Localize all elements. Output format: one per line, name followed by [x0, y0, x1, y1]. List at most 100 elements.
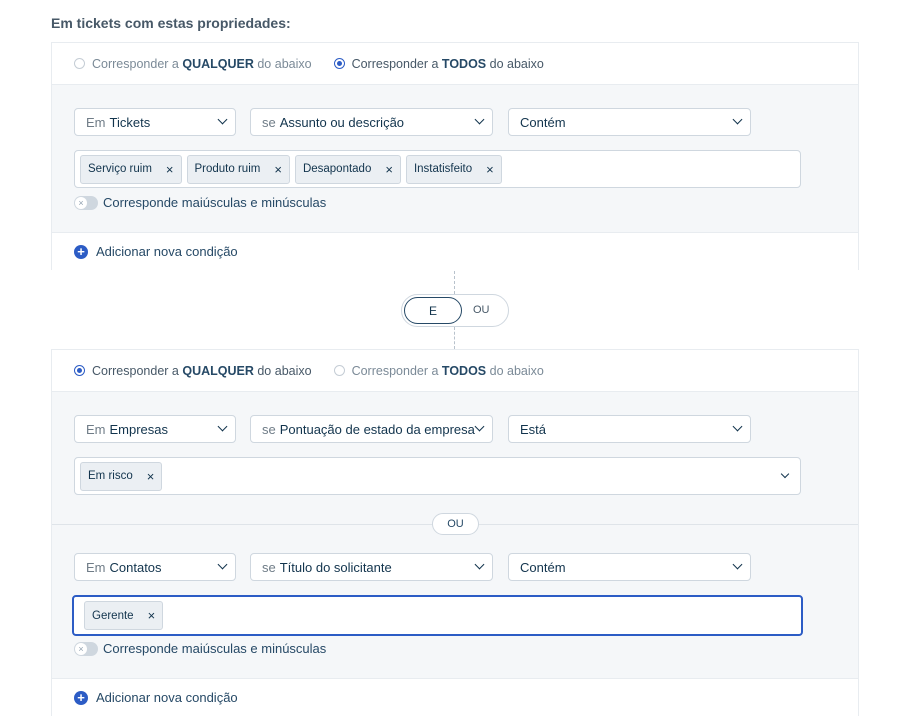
match-any-option[interactable]: Corresponder a QUALQUER do abaixo	[74, 364, 312, 378]
match-all-option[interactable]: Corresponder a TODOS do abaixo	[333, 363, 544, 378]
match-any-radio[interactable]	[74, 365, 85, 376]
condition-group-2: Corresponder a QUALQUER do abaixo Corres…	[51, 349, 859, 716]
value-tag-input[interactable]: Gerente ×	[72, 595, 803, 636]
match-all-prefix: Corresponder a	[351, 56, 439, 71]
case-sensitive-label: Corresponde maiúsculas e minúsculas	[103, 195, 327, 210]
operator-value: Está	[520, 421, 547, 437]
entity-prefix: Em	[86, 559, 106, 575]
match-any-prefix: Corresponder a	[92, 56, 179, 71]
match-all-radio[interactable]	[333, 365, 345, 376]
match-all-prefix: Corresponder a	[351, 363, 439, 378]
entity-prefix: Em	[86, 114, 106, 130]
value-tag: Instatisfeito ×	[405, 154, 502, 184]
plus-icon: +	[74, 690, 88, 705]
or-option[interactable]: OU	[473, 304, 490, 316]
field-select[interactable]: se Pontuação de estado da empresa	[250, 415, 493, 443]
field-value: Pontuação de estado da empresa	[279, 421, 475, 437]
chevron-down-icon	[217, 421, 228, 432]
entity-select[interactable]: Em Tickets	[74, 108, 236, 136]
add-condition-label: Adicionar nova condição	[96, 244, 238, 259]
remove-tag-icon[interactable]: ×	[147, 469, 155, 484]
field-select[interactable]: se Título do solicitante	[250, 553, 493, 581]
and-or-switch[interactable]: E OU	[401, 294, 509, 327]
entity-value: Empresas	[109, 421, 169, 437]
value-tag: Produto ruim ×	[186, 154, 290, 184]
remove-tag-icon[interactable]: ×	[385, 162, 393, 177]
operator-select[interactable]: Contém	[508, 553, 751, 581]
value-tag: Serviço ruim ×	[80, 154, 182, 184]
value-tag: Desapontado ×	[294, 154, 401, 184]
chevron-down-icon	[474, 114, 485, 125]
match-any-prefix: Corresponder a	[92, 363, 179, 378]
entity-select[interactable]: Em Empresas	[74, 415, 236, 443]
match-all-keyword: TODOS	[441, 363, 487, 378]
case-sensitive-toggle[interactable]: ×	[74, 195, 98, 210]
value-tag-select[interactable]: Em risco ×	[74, 457, 801, 495]
match-any-suffix: do abaixo	[257, 56, 312, 71]
match-all-option[interactable]: Corresponder a TODOS do abaixo	[333, 56, 544, 71]
tag-label: Instatisfeito	[413, 163, 473, 175]
operator-select[interactable]: Está	[508, 415, 751, 443]
section-heading: Em tickets com estas propriedades:	[51, 15, 291, 31]
tag-label: Produto ruim	[194, 163, 261, 175]
entity-value: Tickets	[109, 114, 151, 130]
field-prefix: se	[262, 559, 276, 575]
chevron-down-icon	[732, 421, 743, 432]
plus-icon: +	[74, 244, 88, 259]
chevron-down-icon	[217, 114, 228, 125]
remove-tag-icon[interactable]: ×	[166, 162, 174, 177]
chevron-down-icon	[217, 559, 228, 570]
field-value: Título do solicitante	[279, 559, 392, 575]
case-sensitive-row: × Corresponde maiúsculas e minúsculas	[74, 195, 326, 210]
connector-line-top	[454, 271, 455, 294]
chevron-down-icon	[732, 114, 743, 125]
match-any-option[interactable]: Corresponder a QUALQUER do abaixo	[74, 57, 312, 71]
value-tag-input[interactable]: Serviço ruim × Produto ruim × Desapontado ×…	[74, 150, 801, 188]
add-condition-button[interactable]: + Adicionar nova condição	[52, 232, 858, 270]
field-value: Assunto ou descrição	[279, 114, 405, 130]
operator-value: Contém	[520, 559, 566, 575]
add-condition-label: Adicionar nova condição	[96, 690, 238, 705]
match-any-keyword: QUALQUER	[182, 363, 254, 378]
tag-label: Em risco	[88, 470, 133, 482]
match-mode-bar: Corresponder a QUALQUER do abaixo Corres…	[52, 350, 858, 392]
condition-group-1: Corresponder a QUALQUER do abaixo Corres…	[51, 42, 859, 270]
chevron-down-icon	[474, 559, 485, 570]
remove-tag-icon[interactable]: ×	[148, 608, 156, 623]
case-sensitive-toggle[interactable]: ×	[74, 641, 98, 656]
chevron-down-icon	[474, 421, 485, 432]
chevron-down-icon	[732, 559, 743, 570]
remove-tag-icon[interactable]: ×	[486, 162, 494, 177]
field-prefix: se	[262, 421, 276, 437]
remove-tag-icon[interactable]: ×	[274, 162, 282, 177]
toggle-off-icon: ×	[75, 642, 87, 655]
chevron-down-icon[interactable]	[780, 469, 790, 479]
add-condition-button[interactable]: + Adicionar nova condição	[52, 678, 858, 716]
case-sensitive-label: Corresponde maiúsculas e minúsculas	[103, 641, 327, 656]
tag-label: Gerente	[92, 609, 134, 622]
tag-label: Serviço ruim	[88, 163, 152, 175]
or-pill: OU	[432, 513, 479, 535]
value-tag: Gerente ×	[84, 601, 164, 630]
match-all-radio[interactable]	[333, 58, 345, 69]
tag-label: Desapontado	[302, 163, 372, 175]
toggle-off-icon: ×	[75, 196, 87, 209]
match-all-suffix: do abaixo	[489, 56, 544, 71]
match-all-keyword: TODOS	[441, 56, 487, 71]
match-any-suffix: do abaixo	[257, 363, 312, 378]
match-any-keyword: QUALQUER	[182, 56, 254, 71]
value-tag: Em risco ×	[80, 461, 163, 491]
field-prefix: se	[262, 114, 276, 130]
entity-value: Contatos	[109, 559, 162, 575]
operator-value: Contém	[520, 114, 566, 130]
match-mode-bar: Corresponder a QUALQUER do abaixo Corres…	[52, 43, 858, 85]
and-option[interactable]: E	[404, 297, 462, 324]
entity-select[interactable]: Em Contatos	[74, 553, 236, 581]
connector-line-bottom	[454, 327, 455, 349]
match-any-radio[interactable]	[74, 58, 85, 69]
case-sensitive-row: × Corresponde maiúsculas e minúsculas	[74, 641, 326, 656]
entity-prefix: Em	[86, 421, 106, 437]
operator-select[interactable]: Contém	[508, 108, 751, 136]
match-all-suffix: do abaixo	[489, 363, 544, 378]
field-select[interactable]: se Assunto ou descrição	[250, 108, 493, 136]
